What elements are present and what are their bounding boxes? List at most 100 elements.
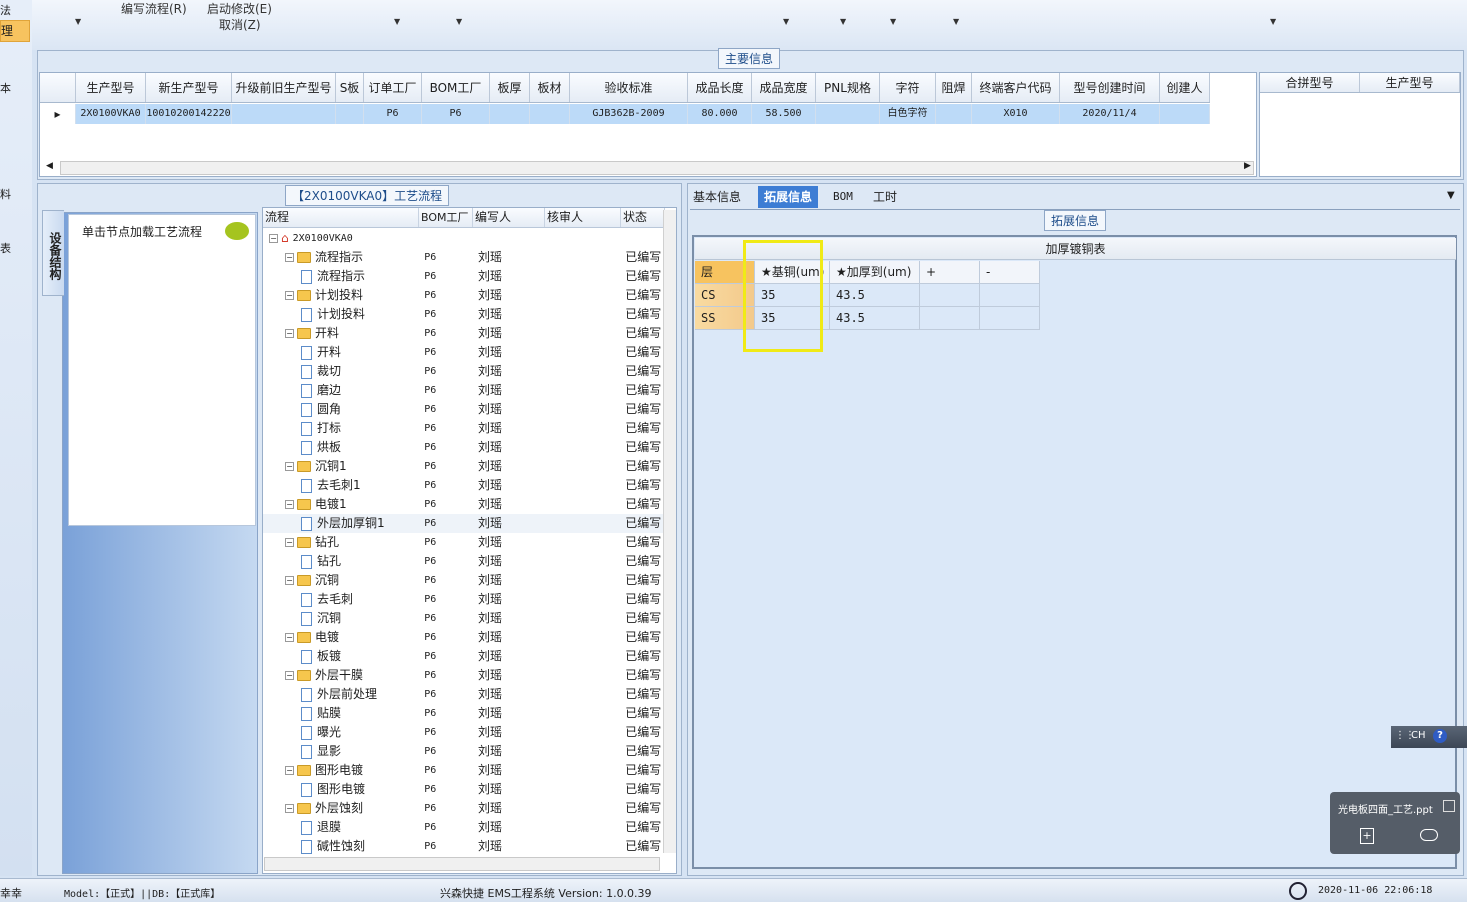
- table-cell[interactable]: P6: [422, 104, 490, 124]
- tree-row[interactable]: 烘板 P6 刘瑶 已编写: [263, 438, 665, 457]
- tree-row[interactable]: 曝光 P6 刘瑶 已编写: [263, 723, 665, 742]
- tree-row[interactable]: 显影 P6 刘瑶 已编写: [263, 742, 665, 761]
- tree-row[interactable]: 流程指示 P6 刘瑶 已编写: [263, 267, 665, 286]
- tree-row[interactable]: 圆角 P6 刘瑶 已编写: [263, 400, 665, 419]
- tree-row[interactable]: − 外层蚀刻 P6 刘瑶 已编写: [263, 799, 665, 818]
- table-cell[interactable]: 10010200142220: [146, 104, 232, 124]
- column-header[interactable]: 阻焊: [936, 73, 972, 102]
- chevron-down-icon[interactable]: ▼: [1447, 190, 1455, 201]
- tab-work-hours[interactable]: 工时: [867, 186, 903, 208]
- tree-node-name[interactable]: 板镀: [263, 647, 418, 666]
- tree-row[interactable]: 退膜 P6 刘瑶 已编写: [263, 818, 665, 837]
- column-header[interactable]: BOM工厂: [422, 73, 490, 102]
- tree-node-name[interactable]: − 流程指示: [263, 248, 418, 267]
- tree-row[interactable]: 裁切 P6 刘瑶 已编写: [263, 362, 665, 381]
- collapse-icon[interactable]: −: [285, 538, 294, 547]
- tab-bom[interactable]: BOM: [827, 186, 859, 208]
- collapse-icon[interactable]: −: [285, 633, 294, 642]
- table-cell[interactable]: 2020/11/4: [1060, 104, 1160, 124]
- horizontal-scrollbar[interactable]: [60, 161, 1254, 175]
- tree-row[interactable]: 外层加厚铜1 P6 刘瑶 已编写: [263, 514, 665, 533]
- table-cell[interactable]: [530, 104, 570, 124]
- table-cell[interactable]: 58.500: [752, 104, 816, 124]
- tree-row[interactable]: − 图形电镀 P6 刘瑶 已编写: [263, 761, 665, 780]
- tree-row[interactable]: 沉铜 P6 刘瑶 已编写: [263, 609, 665, 628]
- tree-row[interactable]: − 沉铜 P6 刘瑶 已编写: [263, 571, 665, 590]
- tree-node-name[interactable]: 磨边: [263, 381, 418, 400]
- table-cell[interactable]: [920, 284, 980, 307]
- tree-row[interactable]: − 流程指示 P6 刘瑶 已编写: [263, 248, 665, 267]
- help-icon[interactable]: ?: [1433, 729, 1447, 743]
- collapse-icon[interactable]: −: [285, 253, 294, 262]
- collapse-icon[interactable]: −: [285, 291, 294, 300]
- column-header[interactable]: S板: [336, 73, 364, 102]
- column-header[interactable]: 升级前旧生产型号: [232, 73, 336, 102]
- collapse-icon[interactable]: −: [285, 462, 294, 471]
- tree-row[interactable]: − 电镀1 P6 刘瑶 已编写: [263, 495, 665, 514]
- tree-node-name[interactable]: 圆角: [263, 400, 418, 419]
- tree-node-name[interactable]: − 外层干膜: [263, 666, 418, 685]
- ime-toolbar[interactable]: ⋮⋮ CH ?: [1391, 726, 1467, 748]
- column-header[interactable]: 字符: [880, 73, 936, 102]
- table-cell[interactable]: 43.5: [830, 307, 920, 330]
- dropdown-arrow-icon[interactable]: ▼: [456, 17, 462, 26]
- ime-language[interactable]: CH: [1411, 730, 1426, 741]
- dropdown-arrow-icon[interactable]: ▼: [394, 17, 400, 26]
- tree-row[interactable]: 打标 P6 刘瑶 已编写: [263, 419, 665, 438]
- tree-row[interactable]: − ⌂ 2X0100VKA0: [263, 229, 665, 248]
- tree-node-name[interactable]: 开料: [263, 343, 418, 362]
- tree-row[interactable]: − 开料 P6 刘瑶 已编写: [263, 324, 665, 343]
- tree-node-name[interactable]: 去毛刺1: [263, 476, 418, 495]
- table-cell[interactable]: [336, 104, 364, 124]
- tab-basic-info[interactable]: 基本信息: [687, 186, 747, 208]
- column-header[interactable]: 板厚: [490, 73, 530, 102]
- equipment-structure-tab[interactable]: 设备结构: [42, 210, 64, 296]
- dropdown-arrow-icon[interactable]: ▼: [840, 17, 846, 26]
- tree-node-name[interactable]: − 沉铜1: [263, 457, 418, 476]
- tree-row[interactable]: − 计划投料 P6 刘瑶 已编写: [263, 286, 665, 305]
- tree-row[interactable]: 开料 P6 刘瑶 已编写: [263, 343, 665, 362]
- merge-model-grid[interactable]: 合拼型号 生产型号: [1259, 72, 1461, 177]
- tree-node-name[interactable]: − 外层蚀刻: [263, 799, 418, 818]
- tree-node-name[interactable]: 裁切: [263, 362, 418, 381]
- tree-node-name[interactable]: 钻孔: [263, 552, 418, 571]
- tree-node-name[interactable]: 外层前处理: [263, 685, 418, 704]
- tree-node-name[interactable]: 贴膜: [263, 704, 418, 723]
- left-nav-item-selected[interactable]: 理: [0, 20, 30, 42]
- tab-extended-info[interactable]: 拓展信息: [758, 186, 819, 208]
- tree-node-name[interactable]: − ⌂ 2X0100VKA0: [263, 229, 418, 248]
- tree-node-name[interactable]: 外层加厚铜1: [263, 514, 418, 533]
- tree-row[interactable]: − 电镀 P6 刘瑶 已编写: [263, 628, 665, 647]
- left-nav-item[interactable]: 法: [0, 2, 11, 18]
- table-cell[interactable]: [232, 104, 336, 124]
- process-tree[interactable]: 流程 BOM工厂 编写人 核审人 状态 − ⌂ 2X0100VKA0− 流程指示 P6 刘…: [262, 207, 677, 874]
- table-cell[interactable]: 白色字符: [880, 104, 936, 124]
- tree-node-name[interactable]: 退膜: [263, 818, 418, 837]
- collapse-icon[interactable]: −: [285, 576, 294, 585]
- collapse-icon[interactable]: −: [285, 671, 294, 680]
- collapse-icon[interactable]: −: [285, 804, 294, 813]
- table-cell[interactable]: 2X0100VKA0: [76, 104, 146, 124]
- tree-node-name[interactable]: 碱性蚀刻: [263, 837, 418, 856]
- tree-row[interactable]: 碱性蚀刻 P6 刘瑶 已编写: [263, 837, 665, 856]
- scroll-right-icon[interactable]: ▶: [1244, 161, 1251, 171]
- tree-node-name[interactable]: 流程指示: [263, 267, 418, 286]
- scroll-left-icon[interactable]: ◀: [46, 161, 53, 171]
- tree-node-name[interactable]: 曝光: [263, 723, 418, 742]
- table-cell[interactable]: P6: [364, 104, 422, 124]
- file-icon[interactable]: [1443, 800, 1455, 812]
- tree-row[interactable]: 去毛刺 P6 刘瑶 已编写: [263, 590, 665, 609]
- table-cell[interactable]: X010: [972, 104, 1060, 124]
- tree-row[interactable]: 钻孔 P6 刘瑶 已编写: [263, 552, 665, 571]
- tree-node-name[interactable]: − 开料: [263, 324, 418, 343]
- collapse-icon[interactable]: −: [285, 766, 294, 775]
- column-header[interactable]: 新生产型号: [146, 73, 232, 102]
- table-cell[interactable]: 80.000: [688, 104, 752, 124]
- tree-node-name[interactable]: − 钻孔: [263, 533, 418, 552]
- table-cell[interactable]: [490, 104, 530, 124]
- horizontal-scrollbar[interactable]: [264, 857, 660, 871]
- tree-node-name[interactable]: − 图形电镀: [263, 761, 418, 780]
- column-header[interactable]: 订单工厂: [364, 73, 422, 102]
- tree-node-name[interactable]: 计划投料: [263, 305, 418, 324]
- tree-node-name[interactable]: 显影: [263, 742, 418, 761]
